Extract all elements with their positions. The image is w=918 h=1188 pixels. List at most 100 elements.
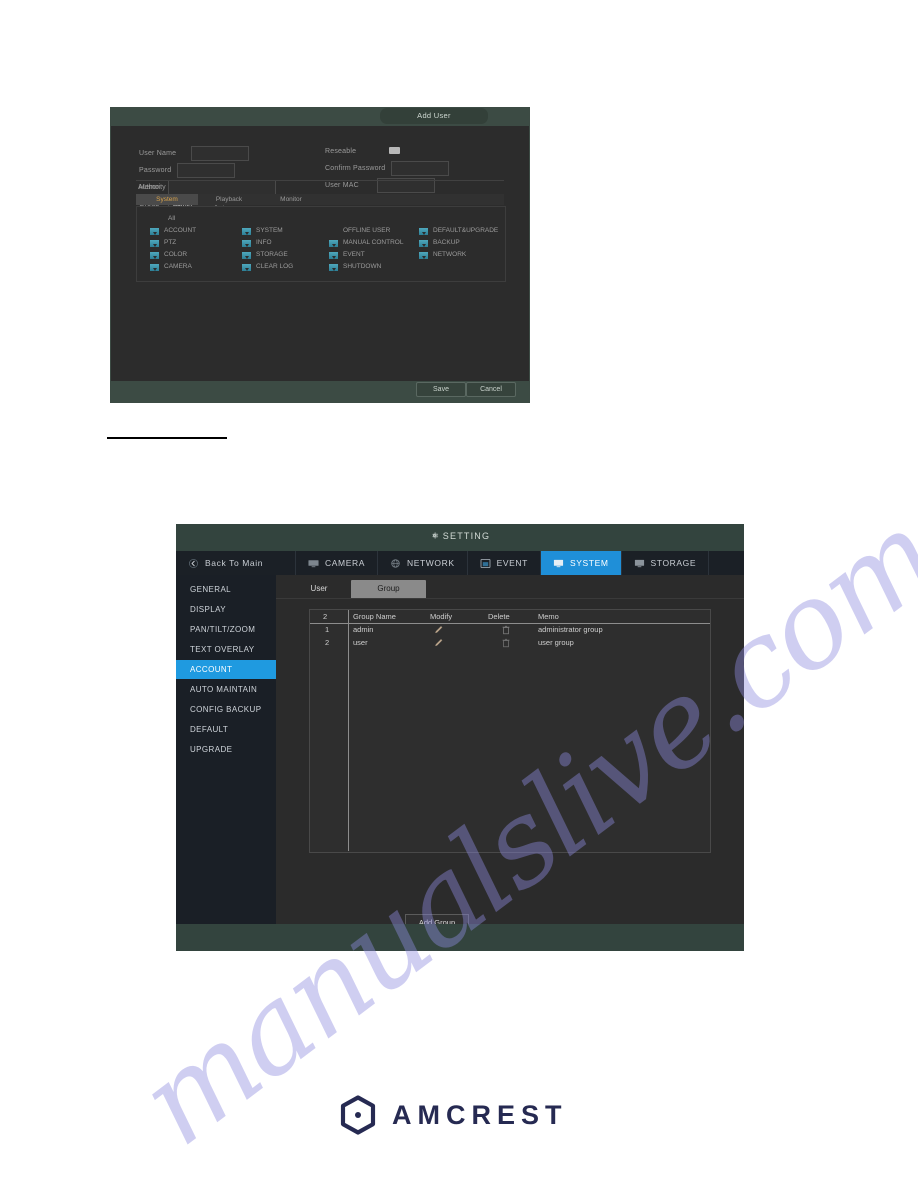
authority-checkbox-event[interactable] bbox=[329, 252, 338, 259]
trash-icon[interactable] bbox=[501, 625, 511, 635]
row-group-name: user bbox=[353, 638, 368, 647]
authority-checkbox-system[interactable] bbox=[242, 228, 251, 235]
table-row[interactable]: 1 admin administrator group bbox=[310, 623, 710, 636]
authority-tab-playback[interactable]: Playback bbox=[198, 194, 260, 205]
authority-checkbox-camera[interactable] bbox=[150, 264, 159, 271]
trash-icon[interactable] bbox=[501, 638, 511, 648]
authority-checkbox-info[interactable] bbox=[242, 240, 251, 247]
confirm-password-input[interactable] bbox=[391, 161, 449, 176]
authority-label-backup: BACKUP bbox=[433, 239, 460, 246]
sidebar-item-general[interactable]: GENERAL bbox=[176, 580, 276, 599]
nav-label-network: NETWORK bbox=[406, 558, 455, 568]
authority-label-camera: CAMERA bbox=[164, 263, 192, 270]
group-table: 2 Group Name Modify Delete Memo 1 admin … bbox=[309, 609, 711, 853]
sidebar-item-default[interactable]: DEFAULT bbox=[176, 720, 276, 739]
row-index: 2 bbox=[325, 638, 330, 647]
save-button[interactable]: Save bbox=[416, 382, 466, 397]
confirm-password-label: Confirm Password bbox=[325, 165, 386, 172]
nav-label-camera: CAMERA bbox=[325, 558, 365, 568]
gear-icon bbox=[430, 531, 439, 540]
sidebar-item-config-backup[interactable]: CONFIG BACKUP bbox=[176, 700, 276, 719]
table-row[interactable]: 2 user user group bbox=[310, 636, 710, 649]
authority-checkbox-manual-control[interactable] bbox=[329, 240, 338, 247]
setting-navbar: Back To Main CAMERA NETWORK EVENT SYSTEM… bbox=[176, 551, 744, 577]
setting-content: User Group 2 Group Name Modify Delete Me… bbox=[276, 575, 744, 931]
authority-label-clear-log: CLEAR LOG bbox=[256, 263, 294, 270]
back-to-main-label: Back To Main bbox=[205, 558, 264, 568]
authority-checkbox-ptz[interactable] bbox=[150, 240, 159, 247]
authority-checkbox-storage[interactable] bbox=[242, 252, 251, 259]
nav-item-camera[interactable]: CAMERA bbox=[296, 551, 378, 575]
nav-item-event[interactable]: EVENT bbox=[468, 551, 541, 575]
authority-label-system: SYSTEM bbox=[256, 227, 283, 234]
authority-checkbox-account[interactable] bbox=[150, 228, 159, 235]
authority-checkbox-backup[interactable] bbox=[419, 240, 428, 247]
authority-label-account: ACCOUNT bbox=[164, 227, 197, 234]
authority-label-shutdown: SHUTDOWN bbox=[343, 263, 382, 270]
authority-panel: All ACCOUNT PTZ COLOR CAMERA SYSTEM INFO… bbox=[136, 206, 506, 282]
password-input[interactable] bbox=[177, 163, 235, 178]
authority-label-network: NETWORK bbox=[433, 251, 467, 258]
add-user-dialog-title: Add User bbox=[380, 108, 488, 124]
authority-label-manual-control: MANUAL CONTROL bbox=[343, 239, 404, 246]
authority-checkbox-color[interactable] bbox=[150, 252, 159, 259]
amcrest-logo-text: AMCREST bbox=[392, 1099, 568, 1130]
authority-tab-system[interactable]: System bbox=[136, 194, 198, 205]
user-name-label: User Name bbox=[139, 150, 177, 157]
authority-label-event: EVENT bbox=[343, 251, 365, 258]
tab-user[interactable]: User bbox=[288, 580, 350, 598]
authority-checkbox-shutdown[interactable] bbox=[329, 264, 338, 271]
cancel-button[interactable]: Cancel bbox=[466, 382, 516, 397]
sidebar-item-account[interactable]: ACCOUNT bbox=[176, 660, 276, 679]
network-icon bbox=[391, 558, 400, 568]
authority-label-offline-user: OFFLINE USER bbox=[343, 227, 391, 234]
user-name-input[interactable] bbox=[191, 146, 249, 161]
pencil-icon[interactable] bbox=[434, 625, 444, 635]
table-header-delete: Delete bbox=[488, 612, 510, 621]
back-to-main-button[interactable]: Back To Main bbox=[176, 551, 296, 575]
setting-footer-bar bbox=[176, 924, 744, 951]
sidebar-item-text-overlay[interactable]: TEXT OVERLAY bbox=[176, 640, 276, 659]
table-header-modify: Modify bbox=[430, 612, 453, 621]
authority-divider bbox=[136, 180, 504, 181]
authority-section-label: Authority bbox=[138, 184, 166, 191]
authority-checkbox-default-upgrade[interactable] bbox=[419, 228, 428, 235]
reseable-checkbox[interactable] bbox=[389, 147, 400, 154]
authority-label-info: INFO bbox=[256, 239, 272, 246]
sidebar-item-auto-maintain[interactable]: AUTO MAINTAIN bbox=[176, 680, 276, 699]
setting-title-text: SETTING bbox=[442, 531, 491, 541]
authority-label-default-upgrade: DEFAULT&UPGRADE bbox=[433, 227, 499, 234]
tab-group[interactable]: Group bbox=[351, 580, 426, 598]
authority-label-ptz: PTZ bbox=[164, 239, 177, 246]
authority-all-label[interactable]: All bbox=[168, 215, 175, 222]
password-label: Password bbox=[139, 167, 172, 174]
table-header-row: 2 Group Name Modify Delete Memo bbox=[310, 610, 710, 624]
sidebar-item-pan-tilt-zoom[interactable]: PAN/TILT/ZOOM bbox=[176, 620, 276, 639]
sidebar-item-upgrade[interactable]: UPGRADE bbox=[176, 740, 276, 759]
table-header-count: 2 bbox=[323, 612, 328, 621]
tabstrip-rule bbox=[276, 598, 744, 599]
nav-item-network[interactable]: NETWORK bbox=[378, 551, 468, 575]
authority-checkbox-network[interactable] bbox=[419, 252, 428, 259]
add-user-dialog: Add User User Name Password Memo Reseabl… bbox=[110, 107, 530, 403]
authority-checkbox-clear-log[interactable] bbox=[242, 264, 251, 271]
pencil-icon[interactable] bbox=[434, 638, 444, 648]
system-icon bbox=[553, 559, 564, 567]
camera-icon bbox=[308, 559, 319, 567]
row-group-name: admin bbox=[353, 625, 374, 634]
user-mac-label: User MAC bbox=[325, 182, 359, 189]
nav-item-system[interactable]: SYSTEM bbox=[540, 551, 622, 575]
nav-label-system: SYSTEM bbox=[569, 558, 609, 568]
setting-sidebar: GENERAL DISPLAY PAN/TILT/ZOOM TEXT OVERL… bbox=[176, 575, 276, 924]
nav-item-storage[interactable]: STORAGE bbox=[622, 551, 710, 575]
sidebar-item-display[interactable]: DISPLAY bbox=[176, 600, 276, 619]
amcrest-logo: AMCREST bbox=[338, 1094, 588, 1136]
nav-label-storage: STORAGE bbox=[650, 558, 697, 568]
reseable-label: Reseable bbox=[325, 148, 357, 155]
row-index: 1 bbox=[325, 625, 330, 634]
setting-window: SETTING Back To Main CAMERA NETWORK EVEN… bbox=[176, 524, 744, 951]
authority-tab-monitor[interactable]: Monitor bbox=[260, 194, 322, 205]
memo-input[interactable] bbox=[168, 180, 276, 195]
event-icon bbox=[480, 558, 491, 568]
table-header-group-name: Group Name bbox=[353, 612, 396, 621]
